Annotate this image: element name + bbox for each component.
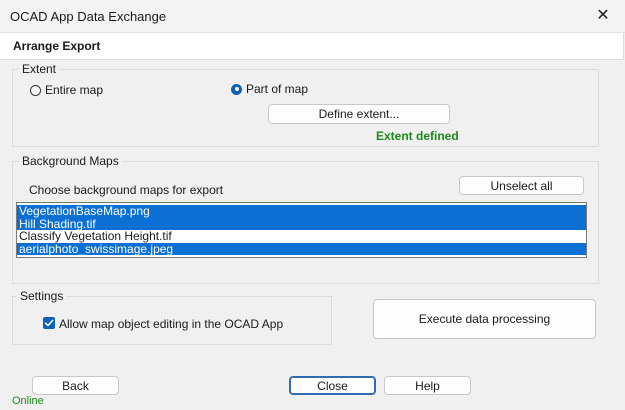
extent-legend: Extent [19,62,60,76]
settings-legend: Settings [17,289,67,303]
list-item[interactable]: VegetationBaseMap.png [17,205,586,218]
close-icon[interactable]: ✕ [591,4,615,28]
help-button[interactable]: Help [384,376,471,395]
radio-part-of-map[interactable]: Part of map [231,82,308,96]
radio-part-of-map-label: Part of map [246,82,309,96]
unselect-all-button[interactable]: Unselect all [459,176,584,195]
extent-status: Extent defined [376,129,459,143]
list-item[interactable]: Classify Vegetation Height.tif [17,230,586,243]
allow-editing-checkbox-row[interactable]: Allow map object editing in the OCAD App [43,316,293,332]
radio-entire-map-label: Entire map [45,83,104,97]
back-button[interactable]: Back [32,376,119,395]
radio-part-of-map-indicator [231,83,242,95]
list-item[interactable]: aerialphoto_swissimage.jpeg [17,242,586,255]
page-title: Arrange Export [13,39,101,53]
close-button[interactable]: Close [289,376,376,395]
define-extent-button[interactable]: Define extent... [268,104,450,124]
window-title: OCAD App Data Exchange [10,9,167,24]
allow-editing-label: Allow map object editing in the OCAD App [59,317,284,331]
dialog-header: Arrange Export [0,33,624,60]
radio-entire-map-indicator [30,84,41,96]
connection-status: Online [12,395,44,407]
execute-data-processing-button[interactable]: Execute data processing [373,299,596,339]
title-bar: OCAD App Data Exchange ✕ [0,0,625,33]
background-maps-instruction: Choose background maps for export [29,183,224,197]
allow-editing-checkbox[interactable] [43,317,55,329]
background-maps-list[interactable]: VegetationBaseMap.png Hill Shading.tif Cla… [16,202,587,258]
checkmark-icon [44,319,54,327]
background-maps-legend: Background Maps [19,154,122,168]
radio-entire-map[interactable]: Entire map [30,83,103,97]
